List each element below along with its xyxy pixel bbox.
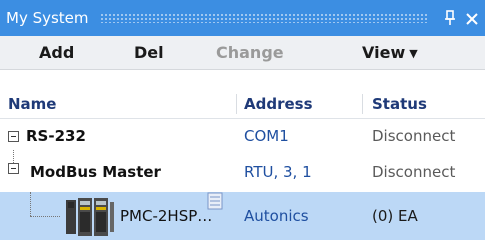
tree-line [13, 150, 14, 163]
note-icon [207, 192, 223, 210]
view-button[interactable]: View ▼ [362, 36, 418, 71]
column-divider[interactable] [236, 94, 237, 114]
tree-node-address: RTU, 3, 1 [244, 163, 312, 181]
del-button[interactable]: Del [134, 36, 164, 70]
tree-node-address: COM1 [244, 127, 289, 145]
column-header: Name Address Status [0, 90, 485, 119]
tree-node-address: Autonics [244, 207, 309, 225]
tree-line [30, 216, 60, 217]
pin-icon[interactable] [441, 0, 459, 36]
close-icon[interactable] [462, 0, 482, 36]
chevron-down-icon: ▼ [409, 47, 418, 60]
column-name[interactable]: Name [8, 90, 56, 118]
device-icon [66, 198, 114, 236]
tree-node-status: Disconnect [372, 127, 456, 145]
tree-node-name: PMC-2HSP… [120, 207, 213, 225]
tree-line [30, 192, 31, 216]
tree-node-status: (0) EA [372, 207, 418, 225]
tree-node-name: RS-232 [26, 127, 86, 145]
collapse-icon[interactable] [8, 131, 19, 142]
change-button[interactable]: Change [216, 36, 284, 70]
tree-node-status: Disconnect [372, 163, 456, 181]
add-button[interactable]: Add [39, 36, 74, 70]
panel-title: My System [6, 9, 89, 27]
tree-row[interactable]: RS-232 COM1 Disconnect [0, 118, 485, 154]
view-label: View [362, 43, 406, 62]
column-status[interactable]: Status [372, 90, 427, 118]
collapse-icon[interactable] [8, 163, 19, 174]
toolbar: Add Del Change View ▼ [0, 36, 485, 70]
column-address[interactable]: Address [244, 90, 313, 118]
panel-titlebar: My System [0, 0, 485, 36]
titlebar-grip[interactable] [100, 13, 427, 23]
tree-row[interactable]: ModBus Master RTU, 3, 1 Disconnect [0, 150, 485, 190]
column-divider[interactable] [362, 94, 363, 114]
tree-row[interactable]: PMC-2HSP… Autonics (0) EA [0, 192, 485, 240]
tree-node-name: ModBus Master [30, 163, 161, 181]
